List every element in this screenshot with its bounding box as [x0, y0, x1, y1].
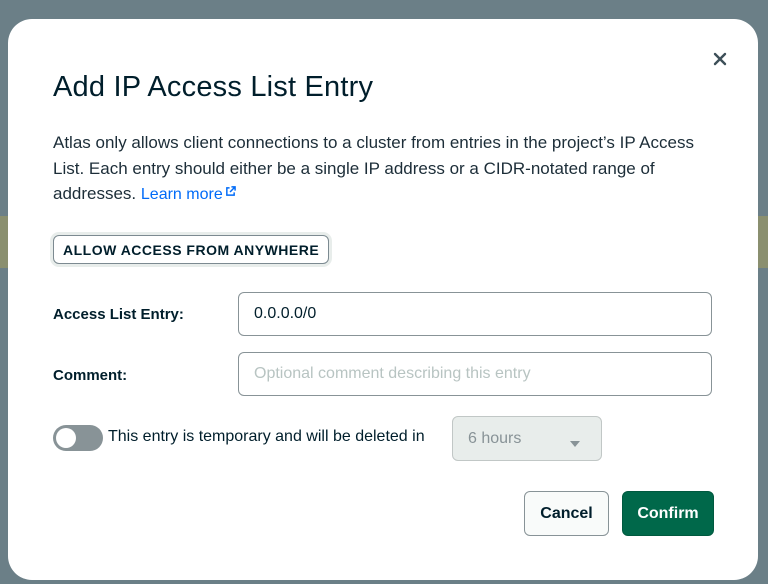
- close-icon[interactable]: [712, 51, 728, 67]
- caret-down-icon: [569, 435, 581, 453]
- temporary-entry-toggle[interactable]: [53, 425, 103, 451]
- external-link-icon: [225, 186, 236, 196]
- duration-value: 6 hours: [468, 430, 522, 447]
- temporary-entry-text: This entry is temporary and will be dele…: [108, 428, 425, 445]
- learn-more-link[interactable]: Learn more: [141, 186, 236, 203]
- duration-select[interactable]: 6 hours: [452, 416, 602, 461]
- comment-label: Comment:: [53, 367, 128, 384]
- learn-more-label: Learn more: [140, 186, 223, 203]
- toggle-knob: [56, 428, 76, 448]
- dialog-description: Atlas only allows client connections to …: [53, 130, 713, 208]
- comment-input[interactable]: [238, 352, 712, 396]
- confirm-button[interactable]: Confirm: [622, 491, 714, 536]
- cancel-button[interactable]: Cancel: [524, 491, 609, 536]
- access-list-entry-input[interactable]: [238, 292, 712, 336]
- access-list-entry-label: Access List Entry:: [53, 306, 184, 323]
- add-ip-access-dialog: Add IP Access List Entry Atlas only allo…: [8, 19, 758, 580]
- allow-access-anywhere-button[interactable]: ALLOW ACCESS FROM ANYWHERE: [53, 235, 330, 264]
- dialog-title: Add IP Access List Entry: [53, 71, 374, 103]
